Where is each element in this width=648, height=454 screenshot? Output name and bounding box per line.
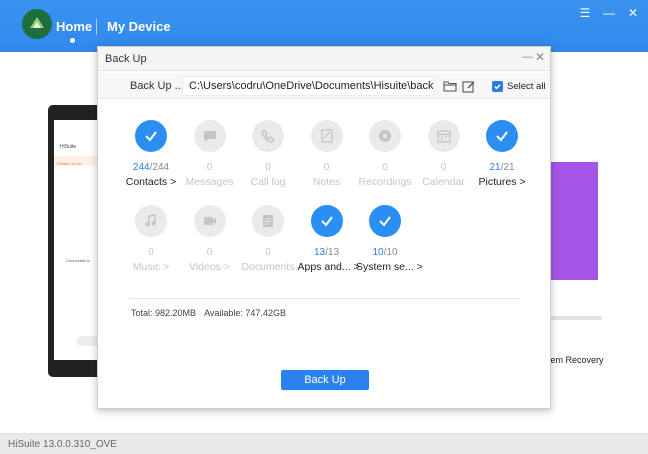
available-space-label: Available: 747.42GB [204,308,286,318]
dialog-header: Back Up — ✕ [98,47,550,71]
backup-item[interactable]: 0 Music > [122,205,180,273]
item-label[interactable]: Pictures > [473,176,531,188]
item-label[interactable]: Call log [239,176,297,188]
phone-connected-text: Connected to [66,258,90,263]
backup-item[interactable]: 0 Documents [239,205,297,273]
item-count: 13/13 [298,247,356,259]
status-bar: HiSuite 13.0.0.310_OVE [0,433,648,454]
nav-my-device-tab[interactable]: My Device [107,19,171,34]
item-count: 244/244 [122,162,180,174]
music-icon[interactable] [135,205,167,237]
item-count: 10/10 [356,247,414,259]
back-up-button[interactable]: Back Up [281,370,369,390]
note-icon[interactable] [310,120,343,152]
item-count-total: /13 [325,247,340,258]
item-label[interactable]: Messages [181,176,239,188]
backup-item[interactable]: 10/10 System se... > [356,205,423,273]
total-size-label: Total: 982.20MB [131,308,197,318]
item-count-selected: 0 [265,162,271,173]
item-count-total: /244 [149,162,170,173]
item-count: 0 [298,162,356,174]
item-count: 0 [415,162,473,174]
message-icon[interactable] [193,120,226,152]
calendar-icon[interactable] [427,120,460,152]
backup-item[interactable]: 0 Call log [239,120,297,188]
background-progress [550,316,602,320]
edit-path-icon[interactable] [462,80,475,93]
backup-item[interactable]: 0 Messages [181,120,239,188]
phone-title: HiSuite [60,144,77,150]
top-bar: Home My Device ☰ — ✕ [0,0,648,52]
item-count: 0 [239,247,297,259]
backup-dialog: Back Up — ✕ Back Up ... C:\Users\codru\O… [97,46,551,409]
item-count: 21/21 [473,162,531,174]
item-count: 0 [356,162,414,174]
item-count-total: /21 [500,162,515,173]
item-label[interactable]: Documents [239,261,297,273]
feature-card-image [550,162,598,280]
item-count-selected: 0 [148,247,154,258]
backup-path-label: Back Up ... [130,80,184,92]
dialog-title: Back Up [105,53,147,65]
hisuite-logo-icon [22,9,52,39]
item-count-selected: 0 [206,247,213,258]
menu-icon[interactable]: ☰ [578,6,592,20]
backup-path-row: Back Up ... C:\Users\codru\OneDrive\Docu… [98,73,550,99]
item-count-selected: 244 [132,162,150,173]
item-label[interactable]: Contacts > [122,176,180,188]
item-label[interactable]: System se... > [356,261,423,273]
nav-home-tab[interactable]: Home [56,19,92,34]
item-count-selected: 0 [265,247,271,258]
item-label[interactable]: Notes [298,176,356,188]
check-icon[interactable] [486,120,518,152]
version-label: HiSuite 13.0.0.310_OVE [8,439,117,450]
item-count-selected: 21 [489,162,501,173]
backup-item[interactable]: 0 Notes [298,120,356,188]
nav-separator [96,19,97,35]
item-label[interactable]: Music > [122,261,180,273]
item-count-selected: 13 [313,247,326,258]
backup-item[interactable]: 0 Videos > [181,205,239,273]
dialog-minimize-icon[interactable]: — [522,51,533,63]
active-tab-indicator [70,38,75,43]
backup-item[interactable]: 13/13 Apps and... > [298,205,360,273]
item-count-selected: 0 [440,162,447,173]
check-icon[interactable] [310,205,343,237]
item-count-selected: 0 [206,162,213,173]
backup-item[interactable]: 244/244 Contacts > [122,120,180,188]
item-label[interactable]: Recordings [356,176,414,188]
video-icon[interactable] [193,205,226,237]
item-label[interactable]: Apps and... > [298,261,360,273]
item-count: 0 [181,162,239,174]
open-folder-icon[interactable] [443,80,457,92]
item-count-selected: 0 [382,162,388,173]
close-icon[interactable]: ✕ [626,6,640,20]
backup-item[interactable]: 21/21 Pictures > [473,120,531,188]
item-count: 0 [122,247,180,259]
document-icon[interactable] [252,205,284,237]
dialog-close-icon[interactable]: ✕ [535,50,545,64]
item-label[interactable]: Calendar [415,176,473,188]
select-all-checkbox[interactable] [492,81,503,92]
check-icon[interactable] [135,120,167,152]
phone-icon[interactable] [252,120,284,152]
backup-item[interactable]: 0 Recordings [356,120,414,188]
system-recovery-label[interactable]: tem Recovery [548,355,604,365]
item-count-selected: 10 [372,247,384,258]
window-controls: ☰ — ✕ [578,6,640,20]
select-all-label[interactable]: Select all [507,81,546,92]
dialog-divider [130,298,520,299]
item-count: 0 [239,162,297,174]
minimize-icon[interactable]: — [602,6,616,20]
item-count: 0 [181,247,239,259]
backup-path-field[interactable]: C:\Users\codru\OneDrive\Documents\Hisuit… [182,76,434,96]
backup-item[interactable]: 0 Calendar [415,120,473,188]
storage-summary: Total: 982.20MB Available: 747.42GB [131,308,292,318]
item-label[interactable]: Videos > [181,261,239,273]
item-count-selected: 0 [323,162,330,173]
check-icon[interactable] [369,205,401,237]
item-count-total: /10 [383,247,398,258]
recording-icon[interactable] [369,120,401,152]
